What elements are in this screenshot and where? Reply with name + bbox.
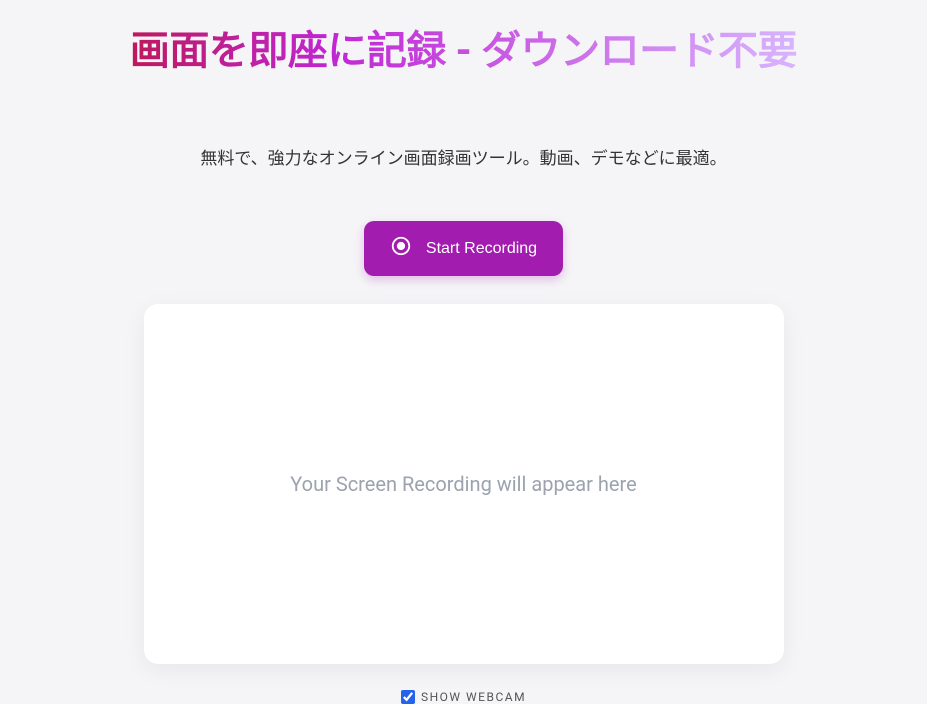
page-subtitle: 無料で、強力なオンライン画面録画ツール。動画、デモなどに最適。 xyxy=(200,144,726,169)
record-icon xyxy=(390,235,412,262)
start-recording-label: Start Recording xyxy=(426,240,537,258)
show-webcam-label[interactable]: SHOW WEBCAM xyxy=(421,690,526,704)
page-title: 画面を即座に記録 - ダウンロード不要 xyxy=(130,18,797,76)
recording-preview-area: Your Screen Recording will appear here xyxy=(144,304,784,664)
show-webcam-toggle-row: SHOW WEBCAM xyxy=(401,690,526,704)
start-recording-button[interactable]: Start Recording xyxy=(364,221,563,276)
preview-placeholder-text: Your Screen Recording will appear here xyxy=(290,472,636,496)
show-webcam-checkbox[interactable] xyxy=(401,690,415,704)
